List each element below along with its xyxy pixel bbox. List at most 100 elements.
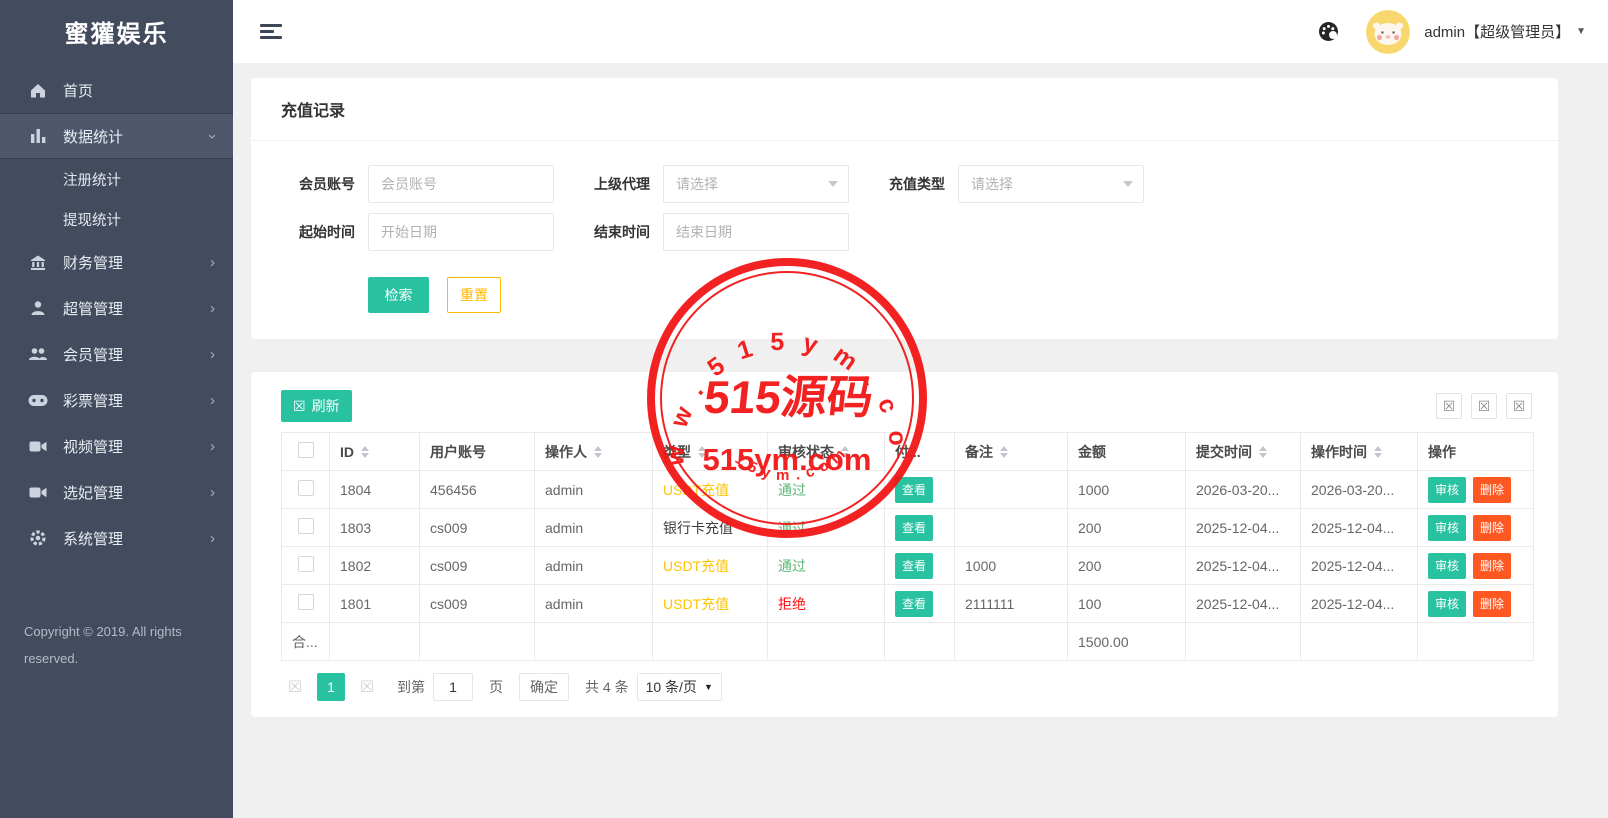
sidebar-item-register-stats[interactable]: 注册统计 [0, 159, 233, 199]
status-cell: 通过 [768, 547, 885, 585]
search-form: 会员账号 上级代理 请选择 充值类型 请选择 [251, 141, 1558, 339]
recharge-type-select[interactable]: 请选择 [958, 165, 1144, 203]
view-voucher-button[interactable]: 查看 [895, 515, 933, 541]
sidebar-item-members[interactable]: 会员管理 › [0, 331, 233, 377]
review-button[interactable]: 审核 [1428, 591, 1466, 617]
confirm-button[interactable]: 确定 [519, 673, 569, 701]
view-voucher-button[interactable]: 查看 [895, 477, 933, 503]
user-menu[interactable]: admin【超级管理员】 ▼ [1424, 21, 1586, 42]
type-cell: USDT充值 [653, 471, 768, 509]
sidebar-item-lottery[interactable]: 彩票管理 › [0, 377, 233, 423]
member-account-label: 会员账号 [281, 174, 355, 194]
refresh-button[interactable]: ☒ 刷新 [281, 390, 352, 422]
main-content: 充值记录 会员账号 上级代理 请选择 充值类型 请选择 [233, 63, 1608, 818]
sort-icon[interactable] [1374, 446, 1382, 458]
view-voucher-button[interactable]: 查看 [895, 591, 933, 617]
gamepad-icon [28, 391, 48, 409]
sort-icon[interactable] [1000, 446, 1008, 458]
sort-icon[interactable] [698, 446, 706, 458]
bank-icon [28, 253, 48, 271]
chevron-right-icon: › [210, 485, 215, 500]
member-account-input[interactable] [368, 165, 554, 203]
review-button[interactable]: 审核 [1428, 477, 1466, 503]
sidebar-item-withdraw-stats[interactable]: 提现统计 [0, 199, 233, 239]
table-filter-button[interactable]: ☒ [1436, 393, 1462, 419]
start-date-input[interactable] [368, 213, 554, 251]
username-label: admin【超级管理员】 [1424, 21, 1570, 42]
export-icon: ☒ [1478, 399, 1491, 413]
sidebar-item-video[interactable]: 视频管理 › [0, 423, 233, 469]
pagination: ☒ 1 ☒ 到第 页 确定 共 4 条 10 条/页 ▼ [281, 673, 1532, 701]
sidebar-nav: 首页 数据统计 › 注册统计 提现统计 财务管理 › 超管管理 › [0, 63, 233, 561]
col-id: ID [340, 444, 354, 460]
caret-down-icon: ▼ [1576, 26, 1586, 37]
chevron-right-icon: › [210, 531, 215, 546]
goto-page-input[interactable] [433, 673, 473, 701]
palette-icon [1317, 20, 1340, 43]
reset-button[interactable]: 重置 [447, 277, 501, 313]
sidebar-item-data-stats[interactable]: 数据统计 › [0, 113, 233, 159]
page-unit-label: 页 [489, 677, 503, 697]
type-cell: 银行卡充值 [653, 509, 768, 547]
page-1-button[interactable]: 1 [317, 673, 345, 701]
row-checkbox[interactable] [298, 556, 314, 572]
sidebar-item-concubine[interactable]: 选妃管理 › [0, 469, 233, 515]
caret-down-icon: ▼ [704, 682, 713, 692]
delete-button[interactable]: 删除 [1473, 515, 1511, 541]
gear-icon [28, 529, 48, 547]
type-cell: USDT充值 [653, 547, 768, 585]
chevron-down-icon: › [205, 134, 220, 139]
col-remark: 备注 [965, 442, 993, 462]
review-button[interactable]: 审核 [1428, 553, 1466, 579]
review-button[interactable]: 审核 [1428, 515, 1466, 541]
search-button[interactable]: 检索 [368, 277, 429, 313]
prev-page-button[interactable]: ☒ [281, 673, 309, 701]
view-voucher-button[interactable]: 查看 [895, 553, 933, 579]
delete-button[interactable]: 删除 [1473, 477, 1511, 503]
sort-icon[interactable] [1259, 446, 1267, 458]
col-op-time: 操作时间 [1311, 442, 1367, 462]
row-checkbox[interactable] [298, 480, 314, 496]
next-page-button[interactable]: ☒ [353, 673, 381, 701]
print-icon: ☒ [1513, 399, 1526, 413]
table-header-row: ID 用户账号 操作人 类型 审核状态 付... 备注 金额 提交时间 操作时间… [282, 433, 1534, 471]
row-checkbox[interactable] [298, 594, 314, 610]
sidebar-item-home[interactable]: 首页 [0, 67, 233, 113]
chevron-right-icon: › [210, 393, 215, 408]
menu-toggle-button[interactable] [260, 21, 284, 42]
table-row: 1802 cs009 admin USDT充值 通过 查看 1000 200 2… [282, 547, 1534, 585]
chevron-right-icon: › [210, 439, 215, 454]
home-icon [28, 81, 48, 99]
next-icon: ☒ [360, 677, 374, 697]
delete-button[interactable]: 删除 [1473, 591, 1511, 617]
col-actions: 操作 [1428, 444, 1456, 460]
hamburger-icon [260, 24, 282, 27]
user-icon [28, 299, 48, 317]
sidebar-item-label: 首页 [63, 80, 93, 101]
video-camera-icon [28, 483, 48, 501]
table-row: 1801 cs009 admin USDT充值 拒绝 查看 2111111 10… [282, 585, 1534, 623]
table-print-button[interactable]: ☒ [1506, 393, 1532, 419]
end-date-input[interactable] [663, 213, 849, 251]
theme-palette-button[interactable] [1317, 20, 1340, 43]
sort-icon[interactable] [841, 446, 849, 458]
page-size-select[interactable]: 10 条/页 ▼ [637, 673, 722, 701]
sort-icon[interactable] [361, 446, 369, 458]
table-row: 1803 cs009 admin 银行卡充值 通过 查看 200 2025-12… [282, 509, 1534, 547]
copyright-text: Copyright © 2019. All rights reserved. [24, 618, 205, 673]
status-cell: 拒绝 [768, 585, 885, 623]
select-all-checkbox[interactable] [298, 442, 314, 458]
parent-agent-select[interactable]: 请选择 [663, 165, 849, 203]
recharge-type-label: 充值类型 [871, 174, 945, 194]
row-checkbox[interactable] [298, 518, 314, 534]
table-export-button[interactable]: ☒ [1471, 393, 1497, 419]
goto-label: 到第 [397, 677, 425, 697]
sidebar-item-system[interactable]: 系统管理 › [0, 515, 233, 561]
sort-icon[interactable] [594, 446, 602, 458]
avatar[interactable] [1366, 10, 1410, 54]
sidebar-item-admin[interactable]: 超管管理 › [0, 285, 233, 331]
delete-button[interactable]: 删除 [1473, 553, 1511, 579]
sidebar-item-finance[interactable]: 财务管理 › [0, 239, 233, 285]
col-status: 审核状态 [778, 442, 834, 462]
status-cell: 通过 [768, 509, 885, 547]
